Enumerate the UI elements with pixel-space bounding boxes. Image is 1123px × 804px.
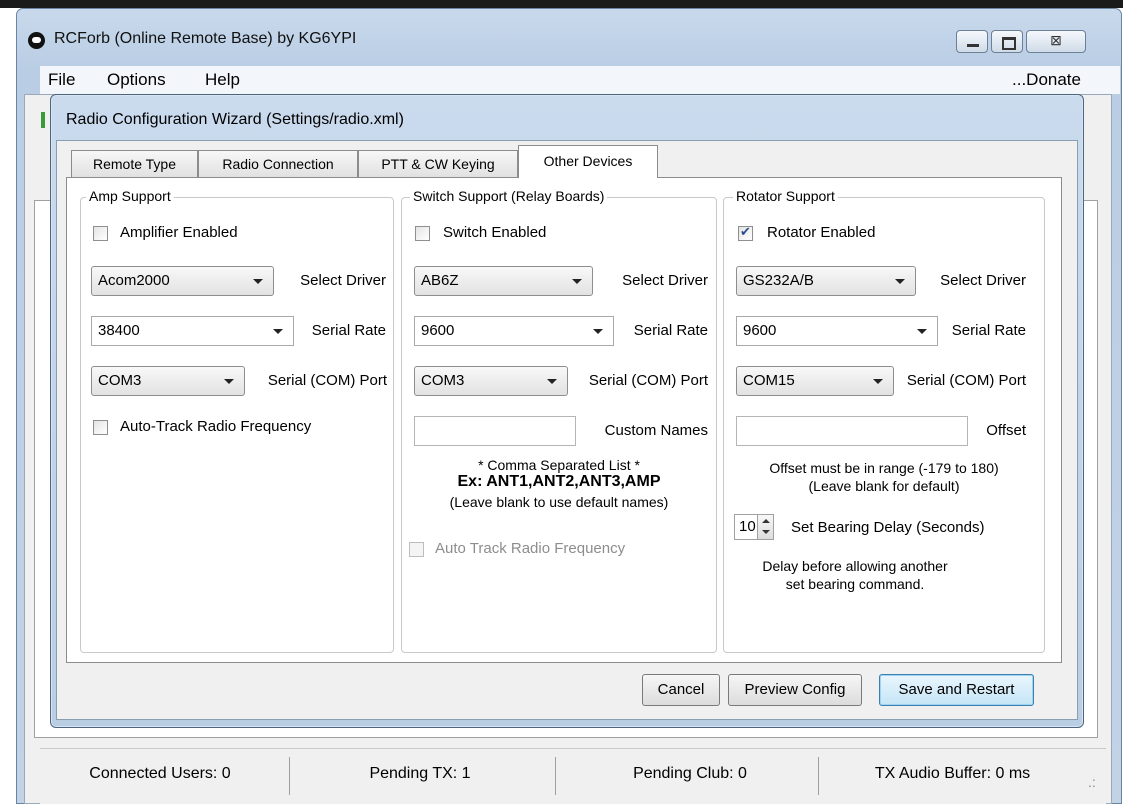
resize-grip-icon[interactable]: .: <box>1088 774 1096 790</box>
app-icon <box>28 32 45 49</box>
close-button[interactable]: ⊠ <box>1026 30 1086 53</box>
bearing-delay-stepper[interactable]: 10 <box>734 514 774 540</box>
status-pending-club: Pending Club: 0 <box>633 765 747 782</box>
save-and-restart-button[interactable]: Save and Restart <box>879 674 1034 706</box>
custom-names-note: * Comma Separated List * <box>478 457 640 473</box>
rotator-driver-label: Select Driver <box>940 272 1026 289</box>
switch-enabled-label: Switch Enabled <box>443 224 547 241</box>
offset-range-note: Offset must be in range (-179 to 180) <box>769 460 999 476</box>
tab-remote-type[interactable]: Remote Type <box>71 150 198 177</box>
switch-rate-value: 9600 <box>421 322 455 339</box>
rotator-rate-value: 9600 <box>743 322 777 339</box>
switch-autotrack-label: Auto Track Radio Frequency <box>435 540 626 557</box>
chevron-down-icon <box>917 329 927 334</box>
minimize-button[interactable] <box>956 30 988 53</box>
chevron-down-icon <box>273 329 283 334</box>
switch-autotrack-checkbox <box>409 542 424 557</box>
switch-port-select[interactable]: COM3 <box>414 366 568 396</box>
window-title: RCForb (Online Remote Base) by KG6YPI <box>54 30 357 47</box>
status-connected-users: Connected Users: 0 <box>89 765 231 782</box>
cancel-button[interactable]: Cancel <box>642 674 720 706</box>
amp-port-select[interactable]: COM3 <box>91 366 245 396</box>
status-tx-audio-buffer: TX Audio Buffer: 0 ms <box>874 765 1031 782</box>
rotator-driver-select[interactable]: GS232A/B <box>736 266 916 296</box>
custom-names-input[interactable] <box>414 416 576 446</box>
amp-driver-label: Select Driver <box>300 272 386 289</box>
menu-help[interactable]: Help <box>205 70 240 90</box>
menu-donate[interactable]: ...Donate <box>1012 70 1081 90</box>
rotator-rate-select[interactable]: 9600 <box>736 316 938 346</box>
bearing-delay-value: 10 <box>739 518 756 535</box>
custom-names-hint: (Leave blank to use default names) <box>449 494 669 510</box>
switch-driver-label: Select Driver <box>622 272 708 289</box>
offset-input[interactable] <box>736 416 968 446</box>
chevron-down-icon <box>547 379 557 384</box>
custom-names-example: Ex: ANT1,ANT2,ANT3,AMP <box>457 473 661 490</box>
desktop-strip <box>0 0 1123 8</box>
menu-file[interactable]: File <box>48 70 75 90</box>
delay-note-line2: set bearing command. <box>785 576 925 592</box>
status-pending-tx: Pending TX: 1 <box>369 765 471 782</box>
rotator-group-title: Rotator Support <box>733 188 838 204</box>
switch-rate-label: Serial Rate <box>633 322 708 339</box>
maximize-button[interactable] <box>991 30 1023 53</box>
amp-rate-value: 38400 <box>98 322 140 339</box>
chevron-down-icon <box>224 379 234 384</box>
amp-port-label: Serial (COM) Port <box>267 372 387 389</box>
switch-port-label: Serial (COM) Port <box>588 372 708 389</box>
tab-radio-connection[interactable]: Radio Connection <box>198 150 358 177</box>
rotator-rate-label: Serial Rate <box>951 322 1026 339</box>
rotator-enabled-label: Rotator Enabled <box>767 224 876 241</box>
amp-driver-value: Acom2000 <box>98 272 170 289</box>
offset-default-note: (Leave blank for default) <box>808 478 960 494</box>
amp-rate-select[interactable]: 38400 <box>91 316 294 346</box>
rotator-enabled-checkbox[interactable] <box>738 224 753 241</box>
tab-other-devices[interactable]: Other Devices <box>518 145 658 178</box>
switch-driver-select[interactable]: AB6Z <box>414 266 593 296</box>
amplifier-enabled-label: Amplifier Enabled <box>120 224 238 241</box>
chevron-down-icon <box>593 329 603 334</box>
status-separator <box>818 757 819 795</box>
chevron-down-icon <box>895 279 905 284</box>
switch-enabled-checkbox[interactable] <box>415 226 430 241</box>
preview-config-button[interactable]: Preview Config <box>728 674 862 706</box>
amp-autotrack-checkbox[interactable] <box>93 420 108 435</box>
amp-group-title: Amp Support <box>86 188 174 204</box>
switch-group-title: Switch Support (Relay Boards) <box>410 188 608 204</box>
stepper-up-icon[interactable] <box>762 519 770 523</box>
status-separator <box>289 757 290 795</box>
offset-label: Offset <box>986 422 1026 439</box>
amp-rate-label: Serial Rate <box>311 322 386 339</box>
rotator-port-select[interactable]: COM15 <box>736 366 894 396</box>
amplifier-enabled-checkbox[interactable] <box>93 226 108 241</box>
menu-bar <box>40 66 1120 94</box>
tab-ptt-cw-keying[interactable]: PTT & CW Keying <box>358 150 518 177</box>
stepper-down-icon[interactable] <box>762 530 770 534</box>
stepper-buttons[interactable] <box>757 515 773 539</box>
amp-driver-select[interactable]: Acom2000 <box>91 266 274 296</box>
close-icon: ⊠ <box>1050 32 1062 48</box>
status-separator <box>555 757 556 795</box>
rotator-port-value: COM15 <box>743 372 795 389</box>
switch-driver-value: AB6Z <box>421 272 459 289</box>
rotator-driver-value: GS232A/B <box>743 272 814 289</box>
delay-note-line1: Delay before allowing another <box>762 558 948 574</box>
switch-port-value: COM3 <box>421 372 465 389</box>
switch-rate-select[interactable]: 9600 <box>414 316 614 346</box>
dialog-title: Radio Configuration Wizard (Settings/rad… <box>66 111 404 128</box>
amp-autotrack-label: Auto-Track Radio Frequency <box>120 418 312 435</box>
chevron-down-icon <box>253 279 263 284</box>
custom-names-label: Custom Names <box>604 422 708 439</box>
bearing-delay-label: Set Bearing Delay (Seconds) <box>791 519 985 536</box>
background-indicator <box>41 112 45 128</box>
menu-options[interactable]: Options <box>107 70 166 90</box>
chevron-down-icon <box>873 379 883 384</box>
chevron-down-icon <box>572 279 582 284</box>
rotator-port-label: Serial (COM) Port <box>906 372 1026 389</box>
amp-port-value: COM3 <box>98 372 142 389</box>
